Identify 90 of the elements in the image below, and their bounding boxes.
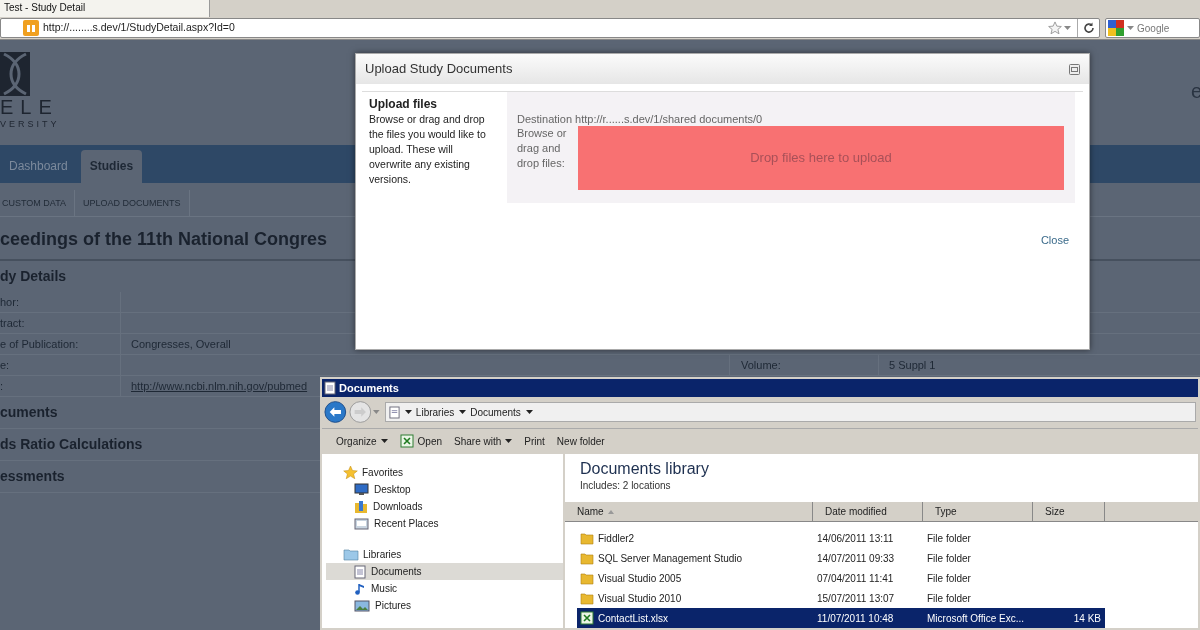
caret-icon [525, 410, 533, 415]
site-icon [23, 20, 39, 36]
search-field[interactable]: Google [1105, 18, 1200, 38]
library-title: Documents library [579, 459, 710, 479]
browse-label: Browse or drag and drop files: [517, 126, 568, 171]
monitor-icon [354, 483, 369, 496]
file-row[interactable]: Fiddler2 14/06/2011 13:11 File folder [577, 528, 1105, 548]
caret-icon [505, 439, 513, 444]
file-date: 14/06/2011 13:11 [816, 531, 895, 546]
maximize-icon[interactable] [1069, 63, 1080, 75]
toolbar-button[interactable]: Open [399, 433, 443, 449]
toolbar-button[interactable]: Print [524, 433, 545, 449]
column-header[interactable]: Date modified [813, 502, 923, 522]
url-text: http://........s.dev/1/StudyDetail.aspx?Id=0 [43, 20, 236, 36]
search-engine-icon [1108, 20, 1124, 36]
star-icon[interactable] [1048, 21, 1062, 35]
file-type: Microsoft Office Exc... [926, 611, 1026, 626]
column-header[interactable]: Type [923, 502, 1033, 522]
caret-icon [373, 410, 380, 415]
file-row[interactable]: ContactList.xlsx 11/07/2011 10:48 Microsoft Office Exc... 14 KB [577, 608, 1105, 628]
back-icon[interactable] [324, 400, 347, 425]
nav-item[interactable]: Desktop [326, 481, 563, 498]
nav-group[interactable]: Libraries [363, 547, 402, 562]
caret-icon [404, 410, 412, 415]
breadcrumb[interactable]: Libraries [415, 404, 455, 420]
star-icon [343, 465, 358, 480]
file-row[interactable]: SQL Server Management Studio 14/07/2011 09:33 File folder [577, 548, 1105, 568]
column-header[interactable]: Size [1033, 502, 1105, 522]
dialog-title: Upload Study Documents [365, 60, 513, 79]
caret-icon [1127, 26, 1134, 30]
spreadsheet-icon [399, 434, 414, 449]
toolbar-button[interactable]: Share with [454, 433, 513, 449]
document-icon [324, 380, 336, 395]
reload-icon[interactable] [1082, 22, 1095, 34]
upload-heading: Upload files [369, 97, 438, 112]
file-row[interactable]: Visual Studio 2010 15/07/2011 13:07 File folder [577, 588, 1105, 608]
field-label: tract: [0, 312, 121, 334]
caret-icon [1064, 26, 1071, 30]
upload-description: Browse or drag and drop the files you would like to upload. These will overwrite any existing versions. [369, 112, 487, 187]
field-label: e: [0, 354, 121, 376]
file-date: 15/07/2011 13:07 [816, 591, 896, 606]
breadcrumb[interactable]: Documents [470, 404, 521, 420]
destination-label: Destination [517, 112, 573, 126]
toolbar-button[interactable]: Organize [336, 433, 388, 449]
logo-subtext: VERSITY [0, 118, 60, 131]
field-label: Volume: [729, 354, 879, 376]
file-name: SQL Server Management Studio [598, 551, 743, 566]
file-type: File folder [926, 571, 972, 586]
music-note-icon [354, 581, 366, 596]
file-type: File folder [926, 531, 972, 546]
window-title: Documents [339, 380, 399, 396]
nav-group[interactable]: Favorites [362, 465, 404, 480]
document-icon [354, 564, 366, 579]
column-header[interactable]: Name [565, 502, 813, 522]
close-link[interactable]: Close [1040, 232, 1069, 249]
nav-item[interactable]: Documents [326, 563, 563, 580]
library-includes: Includes: 2 locations [579, 479, 672, 493]
field-value: 5 Suppl 1 [888, 357, 936, 373]
file-date: 14/07/2011 09:33 [816, 551, 896, 566]
nav-item[interactable]: Pictures [326, 597, 563, 614]
file-row[interactable]: Visual Studio 2005 07/04/2011 11:41 File folder [577, 568, 1105, 588]
file-type: File folder [926, 551, 972, 566]
field-value: Congresses, Overall [131, 337, 231, 350]
logo-text: ELE [0, 96, 60, 118]
nav-item[interactable]: Recent Places [326, 515, 563, 532]
sort-arrow-icon [607, 510, 614, 514]
file-name: ContactList.xlsx [598, 611, 669, 626]
address-bar[interactable]: Libraries Documents [384, 402, 1196, 423]
file-name: Visual Studio 2005 [598, 571, 682, 586]
field-label: hor: [0, 291, 121, 313]
search-input[interactable]: Google [1137, 20, 1197, 36]
nav-item[interactable]: Downloads [326, 498, 563, 515]
file-name: Fiddler2 [598, 531, 635, 546]
toolbar-button[interactable]: New folder [556, 433, 605, 449]
nav-item[interactable]: Music [326, 580, 563, 597]
document-icon [388, 405, 400, 419]
address-bar[interactable]: http://........s.dev/1/StudyDetail.aspx?Id=0 [0, 18, 1100, 38]
field-label: : [0, 375, 121, 397]
file-size: 14 KB [1072, 611, 1101, 626]
file-date: 07/04/2011 11:41 [816, 571, 895, 586]
browser-tab[interactable]: Test - Study Detail [0, 0, 210, 17]
file-name: Visual Studio 2010 [598, 591, 682, 606]
file-date: 11/07/2011 10:48 [816, 611, 895, 626]
caret-icon [380, 439, 388, 444]
caret-icon [459, 410, 467, 415]
section-heading: dy Details [0, 267, 68, 286]
file-type: File folder [926, 591, 972, 606]
spreadsheet-icon [580, 611, 594, 625]
picture-icon [354, 599, 370, 612]
destination-url: http://r......s.dev/1/shared documents/0 [575, 112, 763, 126]
